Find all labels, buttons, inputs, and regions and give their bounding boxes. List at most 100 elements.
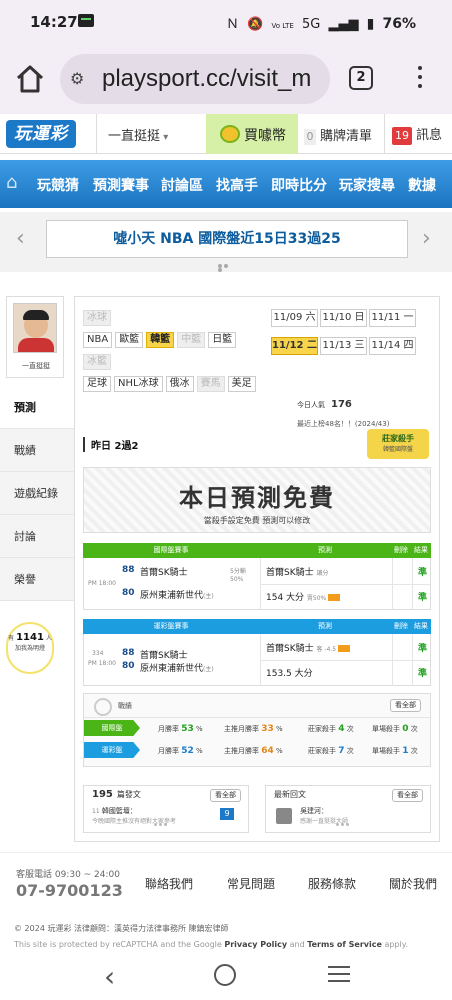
site-logo[interactable]: 玩運彩 <box>6 120 76 148</box>
network-label: 5G <box>301 17 321 32</box>
team-home[interactable]: 原州東浦新世代(主) <box>140 661 214 674</box>
team-number: 88 <box>122 565 135 575</box>
sport-tab-korea-bb[interactable]: 韓籃 <box>146 332 175 348</box>
date-tab[interactable]: 11/11 一 <box>369 309 416 327</box>
stat-unit: 次 <box>346 725 354 733</box>
see-all-button[interactable]: 看全部 <box>392 789 423 802</box>
nav-item-live-score[interactable]: 即時比分 <box>271 175 327 195</box>
sport-tab-ice[interactable]: 冰球 <box>83 310 111 326</box>
see-all-button[interactable]: 看全部 <box>390 699 421 712</box>
date-tab[interactable]: 11/10 日 <box>320 309 367 327</box>
terms-link[interactable]: Terms of Service <box>307 940 382 949</box>
views-value: 176 <box>331 399 352 410</box>
nav-item-data[interactable]: 數據 <box>408 175 436 195</box>
profile-card[interactable]: 一直挺挺 <box>6 296 64 378</box>
th-delete: 刪除 <box>394 546 408 554</box>
team-away[interactable]: 首爾SK騎士 <box>140 648 188 661</box>
footer-link-contact[interactable]: 聯絡我們 <box>145 875 193 892</box>
tab-switcher-button[interactable]: 2 <box>349 66 373 90</box>
pick-team: 首爾SK騎士 <box>266 644 314 654</box>
side-item-predict[interactable]: 預測 <box>0 386 74 429</box>
back-icon[interactable]: ‹ <box>104 960 115 993</box>
sport-tab-china-bb[interactable]: 中籃 <box>177 332 206 348</box>
result-correct: 準 <box>418 568 428 578</box>
sport-tab-ice-bb[interactable]: 冰籃 <box>83 354 111 370</box>
date-picker: 11/09 六 11/10 日 11/11 一 11/12 二 11/13 三 11/1… <box>271 305 431 361</box>
fans-prefix: 有 <box>8 635 15 642</box>
nav-item-experts[interactable]: 找高手 <box>216 175 258 195</box>
date-tab[interactable]: 11/13 三 <box>320 337 367 355</box>
side-item-record[interactable]: 戰績 <box>0 429 74 472</box>
side-menu: 預測 戰績 遊戲紀錄 討論 榮譽 <box>0 386 74 601</box>
team-away[interactable]: 首爾SK騎士 <box>140 565 188 578</box>
sport-tab-soccer[interactable]: 足球 <box>83 376 111 392</box>
recaptcha-apply: apply. <box>381 940 408 949</box>
sport-tab-nhl[interactable]: NHL冰球 <box>114 376 163 392</box>
side-item-honor[interactable]: 榮譽 <box>0 558 74 601</box>
recaptcha-and: and <box>287 940 308 949</box>
divider <box>384 114 385 154</box>
user-dropdown[interactable]: 一直挺挺 <box>108 125 168 144</box>
sport-tab-japan-bb[interactable]: 日籃 <box>208 332 237 348</box>
sport-tab-euro-bb[interactable]: 歐籃 <box>115 332 144 348</box>
footer-link-faq[interactable]: 常見問題 <box>227 875 275 892</box>
fans-lamp-button[interactable]: 有 1141 人 加我為明燈 <box>6 622 54 674</box>
announcement-slider: ‹ 噓小天 NBA 國際盤近15日33過25 › <box>0 212 452 272</box>
th-pick: 預測 <box>318 622 332 630</box>
game-time: PM 18:00 <box>88 660 116 667</box>
recent-apps-icon[interactable] <box>328 966 350 987</box>
service-phone[interactable]: 07-9700123 <box>16 881 123 900</box>
stats-title: 戰績 <box>118 702 132 710</box>
home-circle-icon[interactable] <box>214 964 236 986</box>
team-home[interactable]: 原州東浦新世代(主) <box>140 588 214 601</box>
sport-tab-horse[interactable]: 賽馬 <box>196 376 225 392</box>
more-menu-icon[interactable] <box>414 66 426 92</box>
mute-icon: 🔕 <box>247 17 264 32</box>
chevron-left-icon[interactable]: ‹ <box>16 226 25 251</box>
yesterday-record: 昨日 2過2 <box>83 437 363 452</box>
handicap-pct: 50% <box>230 576 244 583</box>
stat-label: 莊家殺手 <box>308 725 336 733</box>
team-home-name: 原州東浦新世代 <box>140 664 204 674</box>
free-prediction-banner: 本日預測免費 當殺手設定免費 預測可以修改 <box>83 467 431 533</box>
replies-card: 最新回文 看全部 吳建河： 感謝一直挺挺大師 <box>265 785 431 833</box>
see-all-button[interactable]: 看全部 <box>210 789 241 802</box>
stat-label: 月勝率 <box>158 725 179 733</box>
stat-label: 莊家殺手 <box>308 747 336 755</box>
buy-coins-button[interactable]: 買噱幣 <box>206 114 298 154</box>
copyright: © 2024 玩運彩 法律顧問：漢英得力法律事務所 陳鎮宏律師 <box>14 924 229 933</box>
sport-tab-nfl[interactable]: 美足 <box>227 376 256 392</box>
signal-icon: ▂▄▆ <box>328 17 359 32</box>
messages-link[interactable]: 19 訊息 <box>392 124 442 145</box>
nav-item-forum[interactable]: 討論區 <box>161 175 203 195</box>
home-tag: (主) <box>203 593 214 600</box>
side-item-game-log[interactable]: 遊戲紀錄 <box>0 472 74 515</box>
url-text[interactable]: playsport.cc/visit_m <box>102 65 311 93</box>
stat-row-intl: 國際盤 月勝率 53 % 主推月勝率 33 % 莊家殺手 4 次 單場殺手 0 … <box>84 718 430 740</box>
nav-item-player-search[interactable]: 玩家搜尋 <box>339 175 395 195</box>
profile-name: 一直挺挺 <box>22 362 50 370</box>
tw-prediction-table: 運彩盤賽事 預測 刪除 結果 334 PM 18:00 88 首爾SK騎士 80… <box>83 619 431 686</box>
stat-tag: 國際盤 <box>84 720 140 736</box>
home-icon[interactable] <box>14 64 46 94</box>
cart-link[interactable]: 0 購牌清單 <box>304 125 372 145</box>
sport-tab-nba[interactable]: NBA <box>83 332 113 348</box>
chevron-right-icon[interactable]: › <box>422 226 431 251</box>
footer-link-terms[interactable]: 服務條款 <box>308 875 356 892</box>
date-tab[interactable]: 11/09 六 <box>271 309 318 327</box>
privacy-link[interactable]: Privacy Policy <box>224 940 287 949</box>
side-item-discussion[interactable]: 討論 <box>0 515 74 558</box>
avatar[interactable] <box>13 303 57 353</box>
date-tab[interactable]: 11/14 四 <box>369 337 416 355</box>
nav-item-predict[interactable]: 預測賽事 <box>93 175 149 195</box>
address-bar[interactable]: ⚙ playsport.cc/visit_m <box>60 54 330 104</box>
footer-link-about[interactable]: 關於我們 <box>389 875 437 892</box>
cart-count: 0 <box>304 129 316 145</box>
sport-tab-russia-ice[interactable]: 俄冰 <box>165 376 194 392</box>
site-settings-icon[interactable]: ⚙ <box>70 69 84 88</box>
date-tab-selected[interactable]: 11/12 二 <box>271 337 318 355</box>
th-pick: 預測 <box>318 546 332 554</box>
stat-tag: 運彩盤 <box>84 742 140 758</box>
nav-item-guess[interactable]: 玩競猜 <box>37 175 79 195</box>
announcement-text[interactable]: 噓小天 NBA 國際盤近15日33過25 <box>46 220 408 258</box>
